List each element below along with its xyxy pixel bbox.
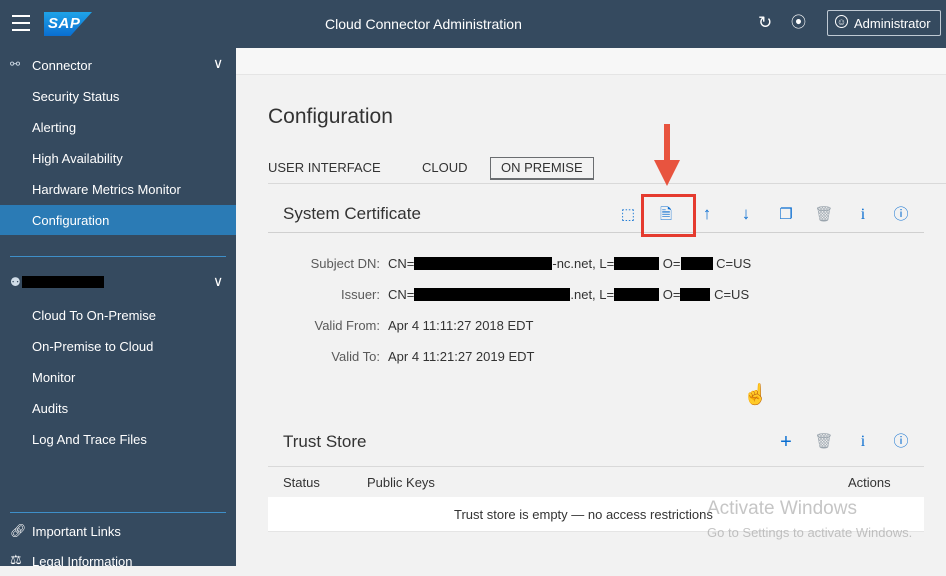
sidebar-item-audits[interactable]: Audits [0, 393, 236, 423]
value-part: O= [662, 287, 681, 302]
activation-watermark-title: Activate Windows [707, 498, 857, 519]
user-menu-button[interactable]: ☺ Administrator [827, 10, 941, 36]
shell-bar: SAP Cloud Connector Administration ↻ ⦿ ☺… [0, 0, 946, 48]
issuer-label: Issuer: [340, 287, 380, 302]
generate-csr-icon[interactable]: ⬚ [617, 204, 639, 226]
sidebar-item-monitor[interactable]: Monitor [0, 362, 236, 392]
value-part: C=US [714, 287, 750, 302]
valid-to-value: Apr 4 11:21:27 2019 EDT [388, 349, 535, 364]
sidebar-group-label: Connector [32, 58, 92, 73]
sidebar: ⚯ Connector ∨ Security Status Alerting H… [0, 48, 236, 569]
sidebar-item-hardware-metrics-monitor[interactable]: Hardware Metrics Monitor [0, 174, 236, 204]
divider [10, 512, 226, 513]
sap-logo: SAP [44, 12, 92, 36]
tab-on-premise[interactable]: ON PREMISE [490, 157, 594, 180]
sidebar-item-legal-information[interactable]: ⚖ Legal Information [0, 546, 236, 576]
valid-from-label: Valid From: [314, 318, 381, 333]
copy-icon[interactable]: ❐ [775, 204, 797, 226]
sidebar-item-configuration[interactable]: Configuration [0, 205, 236, 235]
redacted-text [414, 288, 571, 301]
redacted-text [414, 257, 553, 270]
sidebar-group-subaccount[interactable]: ⚉ ∨ [0, 268, 236, 298]
value-part: .net, L= [570, 287, 615, 302]
trust-store-table-header: Status Public Keys Actions [268, 466, 924, 498]
upload-icon[interactable]: ↑ [696, 203, 718, 225]
sidebar-item-log-and-trace-files[interactable]: Log And Trace Files [0, 424, 236, 454]
sidebar-group-connector[interactable]: ⚯ Connector ∨ [0, 50, 236, 80]
tab-bar-underline [268, 183, 946, 184]
link-icon: 🔗︎ [10, 523, 27, 538]
redacted-text [614, 288, 660, 301]
subject-dn-value: CN= -nc.net, L= O= C=US [388, 256, 751, 271]
value-part: CN= [388, 256, 415, 271]
sidebar-item-important-links[interactable]: 🔗︎ Important Links [0, 516, 236, 546]
sidebar-item-on-premise-to-cloud[interactable]: On-Premise to Cloud [0, 331, 236, 361]
annotation-highlight-box [641, 194, 696, 237]
sidebar-item-cloud-to-on-premise[interactable]: Cloud To On-Premise [0, 300, 236, 330]
connector-icon: ⚯ [10, 57, 21, 71]
value-part: CN= [388, 287, 415, 302]
annotation-arrow-shaft [664, 124, 670, 164]
logout-icon[interactable]: ⦿ [791, 14, 806, 32]
sidebar-item-high-availability[interactable]: High Availability [0, 143, 236, 173]
column-status[interactable]: Status [283, 475, 320, 490]
delete-icon: 🗑︎ [814, 433, 834, 450]
column-public-keys[interactable]: Public Keys [367, 475, 435, 490]
redacted-text [614, 257, 660, 270]
sub-header-bar [236, 48, 946, 75]
panel-divider [268, 232, 924, 233]
redacted-subaccount-name [22, 276, 104, 288]
value-part: O= [662, 256, 681, 271]
activation-watermark-subtitle: Go to Settings to activate Windows. [707, 525, 913, 540]
chevron-down-icon: ∨ [213, 55, 224, 71]
delete-icon[interactable]: 🗑︎ [813, 204, 835, 226]
trust-store-title: Trust Store [283, 432, 367, 451]
menu-icon[interactable] [12, 15, 30, 31]
info-icon[interactable]: i [852, 204, 874, 226]
subject-dn-label: Subject DN: [310, 256, 380, 271]
app-title: Cloud Connector Administration [325, 16, 522, 32]
empty-message: Trust store is empty — no access restric… [454, 507, 713, 522]
redacted-text [680, 288, 711, 301]
subaccount-icon: ⚉ [10, 275, 21, 289]
hand-cursor-icon: ☝ [743, 384, 768, 406]
valid-to-label: Valid To: [331, 349, 380, 364]
chevron-down-icon: ∨ [213, 273, 224, 289]
tab-user-interface[interactable]: USER INTERFACE [268, 160, 381, 175]
help-icon[interactable]: ⓘ [890, 431, 912, 453]
user-icon: ☺ [835, 15, 848, 28]
redacted-text [680, 257, 713, 270]
system-certificate-title: System Certificate [283, 204, 421, 223]
add-icon[interactable]: + [775, 431, 797, 453]
user-name: Administrator [854, 16, 931, 31]
sidebar-item-security-status[interactable]: Security Status [0, 81, 236, 111]
divider [10, 256, 226, 257]
valid-from-value: Apr 4 11:11:27 2018 EDT [388, 318, 534, 333]
issuer-value: CN= .net, L= O= C=US [388, 287, 749, 302]
help-icon[interactable]: ⓘ [890, 204, 912, 226]
tab-cloud[interactable]: CLOUD [422, 160, 468, 175]
sidebar-item-alerting[interactable]: Alerting [0, 112, 236, 142]
download-icon[interactable]: ↓ [735, 203, 757, 225]
column-actions: Actions [848, 475, 891, 490]
value-part: -nc.net, L= [552, 256, 615, 271]
annotation-arrow-head [654, 160, 680, 186]
value-part: C=US [716, 256, 752, 271]
info-icon[interactable]: i [852, 431, 874, 453]
refresh-icon[interactable]: ↻ [758, 14, 772, 32]
page-title: Configuration [268, 105, 393, 128]
